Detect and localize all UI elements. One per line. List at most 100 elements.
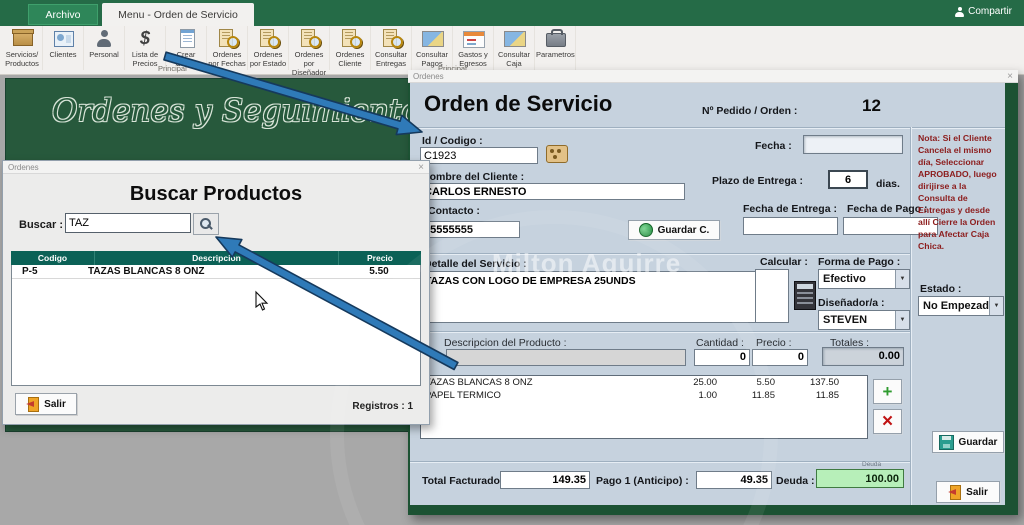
search-button[interactable]: [193, 213, 219, 235]
totales-field: 0.00: [822, 347, 904, 366]
salir-button[interactable]: Salir: [936, 481, 1000, 503]
descripcion-producto-field[interactable]: [446, 349, 686, 366]
chevron-down-icon[interactable]: ▼: [895, 311, 909, 329]
buscar-input[interactable]: [65, 213, 191, 233]
deuda-field: 100.00: [816, 469, 904, 488]
registros-value: 1: [407, 401, 413, 412]
deuda-label: Deuda :: [776, 475, 815, 487]
ribbon-button-label: Servicios/ Productos: [5, 50, 39, 68]
column-header-descripcion[interactable]: Descripcion: [95, 251, 339, 265]
table-row[interactable]: TAZAS BLANCAS 8 ONZ 25.00 5.50 137.50: [421, 376, 867, 389]
pago1-field[interactable]: 49.35: [696, 471, 772, 489]
product-total: 137.50: [809, 377, 839, 388]
search-document-icon: [383, 29, 403, 48]
plazo-entrega-field[interactable]: 6: [828, 170, 868, 189]
estado-value: No Empezado: [923, 300, 989, 312]
forma-pago-label: Forma de Pago :: [818, 256, 901, 268]
share-button[interactable]: Compartir: [955, 6, 1012, 17]
estado-select[interactable]: No Empezado ▼: [918, 296, 1004, 316]
guardar-cliente-button[interactable]: Guardar C.: [628, 220, 720, 240]
results-table[interactable]: P-5 TAZAS BLANCAS 8 ONZ 5.50: [11, 265, 421, 386]
x-icon: ×: [881, 410, 894, 432]
orden-window-title-bar[interactable]: Ordenes ×: [408, 70, 1018, 83]
fecha-field[interactable]: [803, 135, 903, 154]
cell-descripcion: TAZAS BLANCAS 8 ONZ: [88, 266, 205, 277]
product-cantidad: 1.00: [698, 390, 718, 401]
column-header-codigo[interactable]: Codigo: [11, 251, 95, 265]
chevron-down-icon[interactable]: ▼: [895, 270, 909, 288]
person-icon: [955, 6, 965, 17]
id-codigo-field[interactable]: [420, 147, 538, 164]
buscar-cliente-icon[interactable]: [546, 145, 568, 163]
product-precio: 11.85: [751, 390, 775, 401]
calculator-icon[interactable]: [794, 281, 816, 310]
product-precio: 5.50: [756, 377, 776, 388]
cantidad-field[interactable]: 0: [694, 349, 750, 366]
cell-codigo: P-5: [22, 266, 38, 277]
orden-de-servicio-window: Ordenes × Orden de Servicio Nº Pedido / …: [408, 70, 1018, 515]
exit-door-icon: [26, 397, 40, 412]
contacto-field[interactable]: [420, 221, 520, 238]
nota-text: Nota: Si el Cliente Cancela el mismo día…: [918, 133, 997, 251]
plazo-entrega-label: Plazo de Entrega :: [712, 175, 804, 187]
nombre-cliente-field[interactable]: [420, 183, 685, 200]
deuda-mini-label: Deuda: [862, 461, 882, 468]
product-list[interactable]: TAZAS BLANCAS 8 ONZ 25.00 5.50 137.50 PA…: [420, 375, 868, 439]
ribbon-parametros[interactable]: Parametros: [535, 26, 576, 70]
precio-field[interactable]: 0: [752, 349, 808, 366]
disenador-label: Diseñador/a :: [818, 297, 885, 309]
guardar-cliente-label: Guardar C.: [657, 224, 710, 236]
personal-icon: [96, 30, 112, 47]
buscar-label: Buscar :: [19, 219, 64, 231]
exit-door-icon: [948, 485, 962, 500]
detalle-servicio-field[interactable]: TAZAS CON LOGO DE EMPRESA 25UNDS: [420, 271, 788, 323]
tab-archivo[interactable]: Archivo: [28, 4, 98, 25]
search-document-icon: [219, 29, 239, 48]
remove-product-button[interactable]: ×: [873, 409, 902, 434]
product-cantidad: 25.00: [693, 377, 717, 388]
app-title-bar: Archivo Menu - Orden de Servicio Compart…: [0, 0, 1024, 26]
plus-icon: +: [882, 381, 893, 401]
briefcase-icon: [546, 29, 566, 47]
disenador-value: STEVEN: [823, 314, 868, 326]
contacto-label: Contacto :: [428, 205, 480, 217]
divider: [410, 461, 910, 463]
ribbon-servicios-productos[interactable]: Servicios/ Productos: [2, 26, 43, 70]
ribbon-personal[interactable]: Personal: [84, 26, 125, 70]
ribbon-ordenes-cliente[interactable]: Ordenes Cliente: [330, 26, 371, 70]
ribbon-clientes[interactable]: Clientes: [43, 26, 84, 70]
precio-label: Precio :: [756, 337, 792, 349]
cell-precio: 5.50: [369, 266, 389, 277]
green-circle-icon: [638, 223, 653, 237]
fecha-label: Fecha :: [755, 140, 792, 152]
calcular-field[interactable]: [755, 269, 789, 323]
ribbon-button-label: Ordenes por Diseñador: [291, 50, 327, 77]
close-icon[interactable]: ×: [1007, 70, 1013, 83]
close-icon[interactable]: ×: [418, 161, 424, 174]
column-header-precio[interactable]: Precio: [339, 251, 421, 265]
chevron-down-icon[interactable]: ▼: [989, 297, 1003, 315]
ribbon-consultar-caja[interactable]: Consultar Caja: [494, 26, 535, 70]
forma-pago-select[interactable]: Efectivo ▼: [818, 269, 910, 289]
buscar-window-title: Ordenes: [8, 163, 39, 172]
table-row[interactable]: PAPEL TERMICO 1.00 11.85 11.85: [421, 389, 867, 402]
salir-button[interactable]: Salir: [15, 393, 77, 415]
ribbon-ordenes-por-disenador[interactable]: Ordenes por Diseñador: [289, 26, 330, 77]
salir-label: Salir: [966, 486, 988, 498]
disenador-select[interactable]: STEVEN ▼: [818, 310, 910, 330]
ribbon-consultar-entregas[interactable]: Consultar Entregas: [371, 26, 412, 70]
product-total: 11.85: [815, 390, 839, 401]
id-codigo-label: Id / Codigo :: [422, 135, 483, 147]
screen: Archivo Menu - Orden de Servicio Compart…: [0, 0, 1024, 525]
add-product-button[interactable]: +: [873, 379, 902, 404]
guardar-button[interactable]: Guardar: [932, 431, 1004, 453]
ribbon-ordenes-por-fechas[interactable]: Ordenes por Fechas: [207, 26, 248, 70]
table-row[interactable]: P-5 TAZAS BLANCAS 8 ONZ 5.50: [12, 265, 420, 279]
buscar-window-title-bar[interactable]: Ordenes ×: [3, 161, 429, 174]
forma-pago-value: Efectivo: [823, 273, 866, 285]
tab-menu-orden-de-servicio[interactable]: Menu - Orden de Servicio: [102, 3, 254, 26]
ribbon-ordenes-por-estado[interactable]: Ordenes por Estado: [248, 26, 289, 70]
fecha-pago-label: Fecha de Pago :: [847, 203, 928, 215]
search-document-icon: [342, 29, 362, 48]
fecha-entrega-field[interactable]: [743, 217, 838, 235]
